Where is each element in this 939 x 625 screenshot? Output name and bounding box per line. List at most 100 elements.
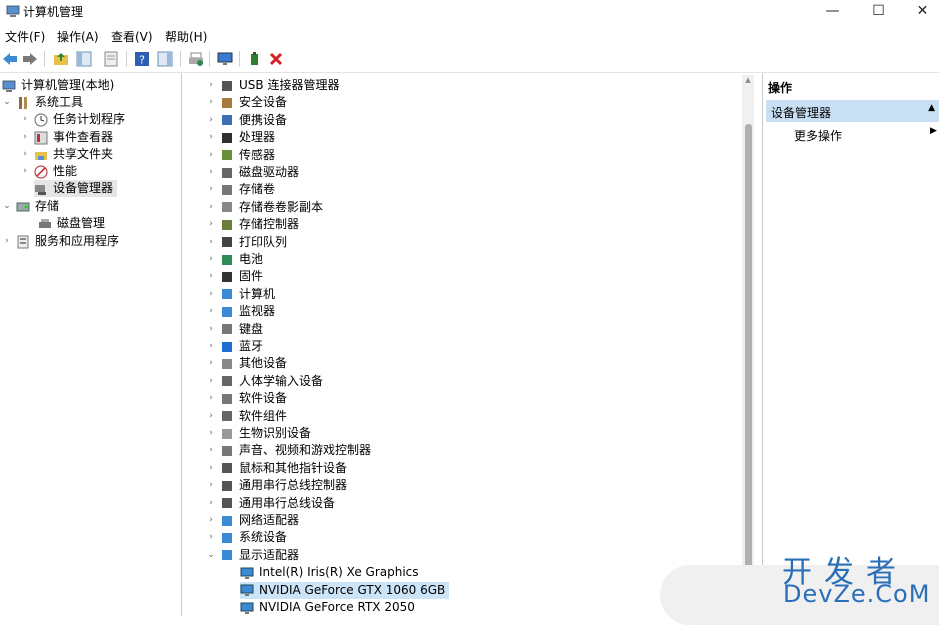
chevron-right-icon[interactable]: › [206, 112, 216, 129]
device-category[interactable]: › 存储卷卷影副本 [206, 199, 323, 216]
device-category[interactable]: › 便携设备 [206, 112, 287, 129]
collapse-up-icon[interactable]: ▲ [928, 103, 935, 113]
more-actions[interactable]: 更多操作 [794, 127, 842, 144]
device-category[interactable]: › 鼠标和其他指针设备 [206, 460, 347, 477]
chevron-right-icon[interactable]: › [206, 373, 216, 390]
chevron-right-icon[interactable]: › [206, 460, 216, 477]
tree-item-event-viewer[interactable]: › 事件查看器 [20, 129, 113, 146]
chevron-right-icon[interactable]: › [206, 234, 216, 251]
maximize-button[interactable]: ☐ [856, 0, 901, 22]
display-adapter-item[interactable]: NVIDIA GeForce RTX 2050 [240, 599, 419, 616]
show-hide-tree-icon[interactable] [74, 49, 94, 69]
device-category[interactable]: ⌄ 显示适配器 [206, 547, 299, 564]
scrollbar-thumb[interactable] [745, 124, 752, 616]
chevron-right-icon[interactable]: › [206, 512, 216, 529]
tree-item-storage[interactable]: ⌄ 存储 [2, 198, 59, 215]
chevron-right-icon[interactable]: › [206, 495, 216, 512]
device-category[interactable]: › 通用串行总线控制器 [206, 477, 347, 494]
device-category[interactable]: › 声音、视频和游戏控制器 [206, 442, 371, 459]
scroll-up-icon[interactable]: ▲ [742, 76, 754, 86]
up-folder-icon[interactable] [51, 49, 71, 69]
properties-icon[interactable] [101, 49, 121, 69]
device-category[interactable]: › 打印队列 [206, 234, 287, 251]
forward-icon[interactable] [20, 49, 40, 69]
device-category[interactable]: › 计算机 [206, 286, 275, 303]
submenu-arrow-icon[interactable]: ▶ [930, 126, 937, 136]
chevron-down-icon[interactable]: ⌄ [2, 94, 12, 111]
chevron-right-icon[interactable]: › [206, 129, 216, 146]
chevron-right-icon[interactable]: › [206, 251, 216, 268]
tree-item-system-tools[interactable]: ⌄ 系统工具 [2, 94, 83, 111]
tree-item-disk-management[interactable]: 磁盘管理 [38, 215, 105, 232]
device-category[interactable]: › 系统设备 [206, 529, 287, 546]
display-adapter-item[interactable]: NVIDIA GeForce GTX 1060 6GB [240, 581, 450, 599]
menu-view[interactable]: 查看(V) [111, 28, 153, 45]
menu-help[interactable]: 帮助(H) [165, 28, 207, 45]
chevron-right-icon[interactable]: › [206, 181, 216, 198]
device-category[interactable]: › 生物识别设备 [206, 425, 311, 442]
device-category[interactable]: › 固件 [206, 268, 263, 285]
device-category[interactable]: › USB 连接器管理器 [206, 77, 339, 94]
update-driver-icon[interactable] [245, 49, 265, 69]
chevron-right-icon[interactable]: › [206, 94, 216, 111]
minimize-button[interactable]: — [810, 0, 855, 22]
device-category[interactable]: › 处理器 [206, 129, 275, 146]
chevron-right-icon[interactable]: › [206, 529, 216, 546]
tree-item-shared-folders[interactable]: › 共享文件夹 [20, 146, 113, 163]
chevron-right-icon[interactable]: › [206, 199, 216, 216]
actions-section-device-manager[interactable]: 设备管理器 ▲ [766, 100, 939, 122]
help-icon[interactable]: ? [132, 49, 152, 69]
device-category[interactable]: › 其他设备 [206, 355, 287, 372]
close-button[interactable]: ✕ [900, 0, 939, 22]
chevron-right-icon[interactable]: › [2, 233, 12, 250]
chevron-right-icon[interactable]: › [206, 77, 216, 94]
chevron-right-icon[interactable]: › [206, 425, 216, 442]
chevron-right-icon[interactable]: › [206, 477, 216, 494]
monitor-icon[interactable] [215, 49, 235, 69]
device-category[interactable]: › 安全设备 [206, 94, 287, 111]
chevron-right-icon[interactable]: › [206, 338, 216, 355]
device-category[interactable]: › 传感器 [206, 147, 275, 164]
chevron-right-icon[interactable]: › [206, 408, 216, 425]
device-category[interactable]: › 软件设备 [206, 390, 287, 407]
display-adapter-item[interactable]: Intel(R) Iris(R) Xe Graphics [240, 564, 423, 581]
chevron-right-icon[interactable]: › [20, 129, 30, 146]
chevron-right-icon[interactable]: › [206, 147, 216, 164]
device-category[interactable]: › 蓝牙 [206, 338, 263, 355]
tree-item-services-apps[interactable]: › 服务和应用程序 [2, 233, 119, 250]
chevron-down-icon[interactable]: ⌄ [206, 547, 216, 564]
device-category[interactable]: › 通用串行总线设备 [206, 495, 335, 512]
chevron-right-icon[interactable]: › [206, 164, 216, 181]
chevron-right-icon[interactable]: › [206, 390, 216, 407]
chevron-right-icon[interactable]: › [206, 303, 216, 320]
chevron-down-icon[interactable]: ⌄ [2, 198, 12, 215]
chevron-right-icon[interactable]: › [206, 216, 216, 233]
device-category[interactable]: › 存储卷 [206, 181, 275, 198]
device-category[interactable]: › 监视器 [206, 303, 275, 320]
chevron-right-icon[interactable]: › [206, 321, 216, 338]
chevron-right-icon[interactable]: › [20, 111, 30, 128]
show-action-pane-icon[interactable] [155, 49, 175, 69]
device-category[interactable]: › 人体学输入设备 [206, 373, 323, 390]
menu-file[interactable]: 文件(F) [5, 28, 45, 45]
menu-action[interactable]: 操作(A) [57, 28, 99, 45]
device-category[interactable]: › 电池 [206, 251, 263, 268]
tree-root[interactable]: 计算机管理(本地) [2, 77, 114, 94]
uninstall-x-icon[interactable] [266, 49, 286, 69]
device-category[interactable]: › 存储控制器 [206, 216, 299, 233]
tree-item-performance[interactable]: › 性能 [20, 163, 77, 180]
tree-item-task-scheduler[interactable]: › 任务计划程序 [20, 111, 125, 128]
device-category[interactable]: › 网络适配器 [206, 512, 299, 529]
print-icon[interactable] [186, 49, 206, 69]
chevron-right-icon[interactable]: › [206, 268, 216, 285]
chevron-right-icon[interactable]: › [206, 442, 216, 459]
chevron-right-icon[interactable]: › [206, 286, 216, 303]
chevron-right-icon[interactable]: › [206, 355, 216, 372]
tree-item-device-manager[interactable]: 设备管理器 [34, 180, 118, 197]
back-icon[interactable] [0, 49, 20, 69]
device-category[interactable]: › 键盘 [206, 321, 263, 338]
chevron-right-icon[interactable]: › [20, 163, 30, 180]
device-category[interactable]: › 磁盘驱动器 [206, 164, 299, 181]
device-category[interactable]: › 软件组件 [206, 408, 287, 425]
chevron-right-icon[interactable]: › [20, 146, 30, 163]
